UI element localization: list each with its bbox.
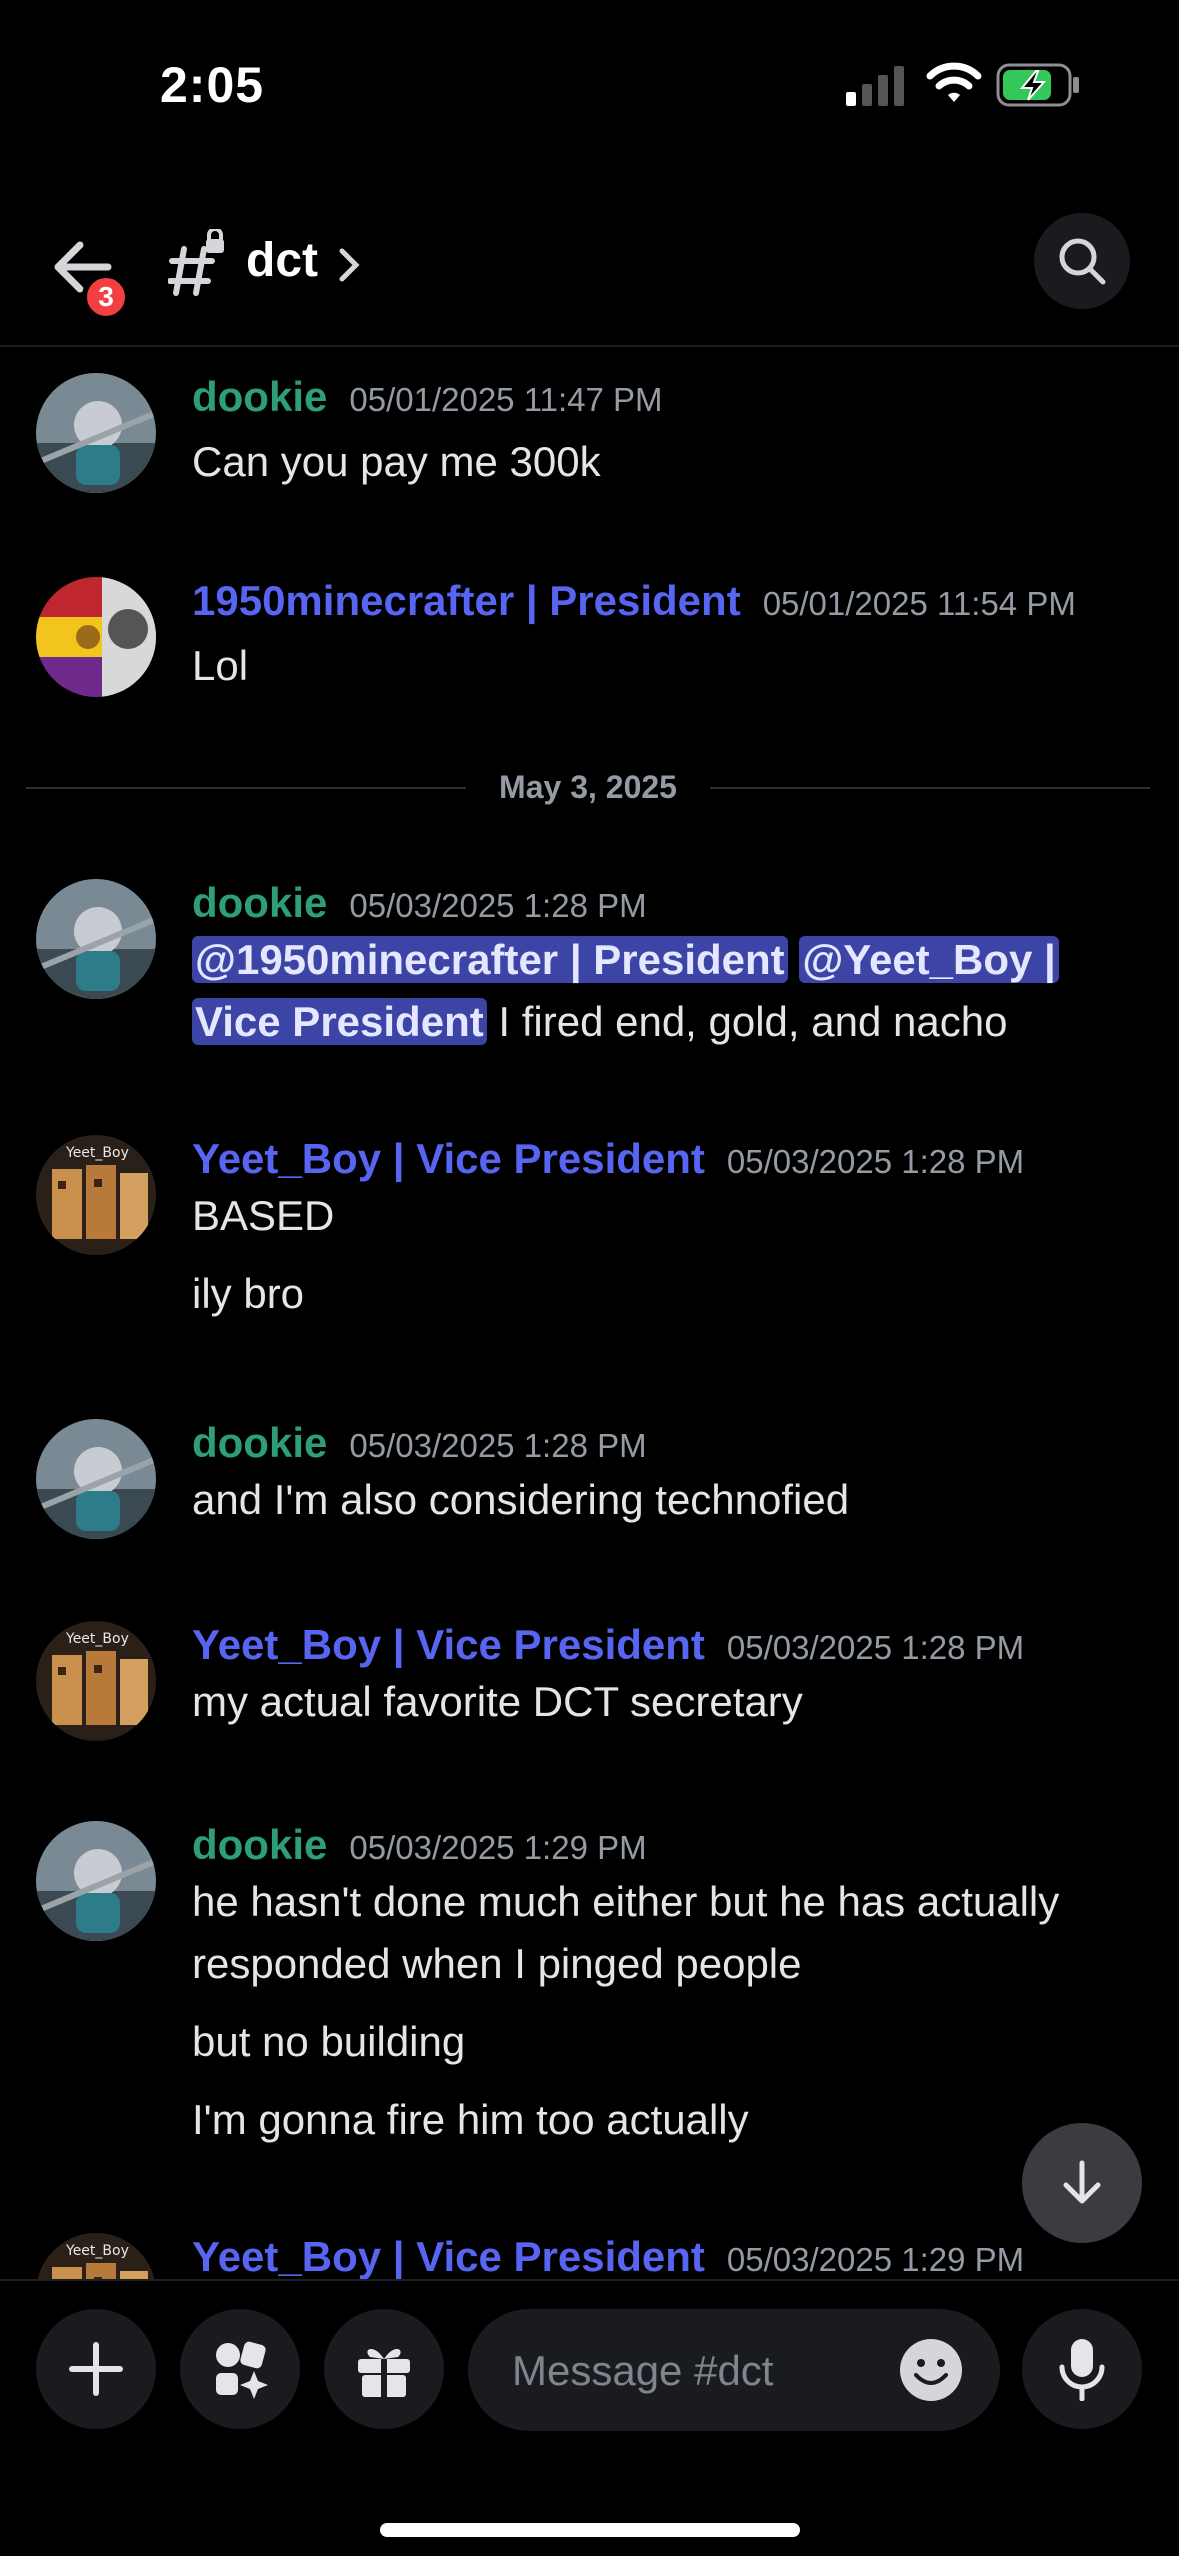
message-text: Can you pay me 300k	[192, 438, 601, 485]
author-name[interactable]: dookie	[192, 1821, 327, 1868]
timestamp: 05/03/2025 1:28 PM	[349, 1427, 647, 1464]
timestamp: 05/03/2025 1:29 PM	[726, 2241, 1025, 2278]
plus-icon	[69, 2342, 123, 2396]
avatar[interactable]: Yeet_Boy	[36, 2233, 156, 2279]
timestamp: 05/03/2025 1:28 PM	[349, 887, 647, 924]
author-name[interactable]: dookie	[192, 879, 327, 926]
timestamp: 05/01/2025 11:47 PM	[349, 381, 663, 418]
battery-icon	[996, 63, 1079, 107]
home-indicator	[380, 2523, 800, 2537]
message-text: Lol	[192, 642, 249, 689]
avatar[interactable]	[36, 373, 156, 493]
message-header: Yeet_Boy | Vice President 05/03/2025 1:28…	[192, 1621, 1024, 1669]
avatar-caption: Yeet_Boy	[65, 2243, 129, 2259]
cellular-signal-icon	[846, 66, 904, 106]
user-mention[interactable]: @1950minecrafter | President	[192, 936, 788, 983]
channel-header: 3 dct	[0, 175, 1179, 347]
author-name[interactable]: 1950minecrafter | President	[192, 577, 741, 624]
user-mention[interactable]: @Yeet_Boy |	[799, 936, 1059, 983]
avatar[interactable]	[36, 1821, 156, 1941]
message-text: Vice President I fired end, gold, and na…	[192, 991, 1162, 1053]
message-input-placeholder: Message #dct	[512, 2347, 774, 2394]
wifi-icon	[926, 62, 982, 102]
message-text: BASED	[192, 1192, 335, 1239]
author-name[interactable]: Yeet_Boy | Vice President	[192, 2233, 705, 2279]
date-divider: May 3, 2025	[26, 767, 1150, 807]
user-mention[interactable]: Vice President	[192, 998, 487, 1045]
arrow-down-icon	[1063, 2160, 1101, 2204]
status-time: 2:05	[160, 57, 265, 113]
avatar[interactable]	[36, 879, 156, 999]
message-text: ily bro	[192, 1270, 305, 1317]
message-text: he hasn't done much either but he has ac…	[192, 1878, 1060, 1925]
timestamp: 05/03/2025 1:29 PM	[349, 1829, 647, 1866]
message-header: dookie 05/03/2025 1:29 PM	[192, 1821, 647, 1869]
apps-button[interactable]	[180, 2309, 300, 2429]
message-text: my actual favorite DCT secretary	[192, 1678, 803, 1725]
search-icon	[1059, 238, 1106, 285]
timestamp: 05/03/2025 1:28 PM	[726, 1143, 1025, 1180]
channel-name[interactable]: dct	[246, 233, 318, 288]
emoji-icon[interactable]	[898, 2337, 964, 2403]
message-composer: Message #dct	[0, 2279, 1179, 2556]
chevron-right-icon[interactable]	[338, 245, 360, 285]
avatar-caption: Yeet_Boy	[65, 1145, 129, 1161]
avatar[interactable]	[36, 577, 156, 697]
voice-message-button[interactable]	[1022, 2309, 1142, 2429]
avatar-caption: Yeet_Boy	[65, 1631, 129, 1647]
message-text: but no building	[192, 2018, 466, 2065]
message-header: Yeet_Boy | Vice President 05/03/2025 1:29…	[192, 2233, 1024, 2279]
jump-to-latest-button[interactable]	[1022, 2123, 1142, 2243]
avatar[interactable]	[36, 1419, 156, 1539]
timestamp: 05/01/2025 11:54 PM	[762, 585, 1076, 622]
message-header: 1950minecrafter | President 05/01/2025 11…	[192, 577, 1076, 625]
unread-badge: 3	[82, 273, 130, 321]
status-bar: 2:05	[0, 0, 1179, 175]
message-text: and I'm also considering technofied	[192, 1476, 850, 1523]
avatar[interactable]: Yeet_Boy	[36, 1135, 156, 1255]
message-text-tail: I fired end, gold, and nacho	[486, 998, 1008, 1045]
message-input[interactable]: Message #dct	[468, 2309, 1000, 2431]
message-header: Yeet_Boy | Vice President 05/03/2025 1:28…	[192, 1135, 1024, 1183]
author-name[interactable]: Yeet_Boy | Vice President	[192, 1621, 705, 1668]
private-channel-hash-icon	[168, 229, 224, 296]
gift-icon	[358, 2348, 410, 2397]
message-header: dookie 05/03/2025 1:28 PM	[192, 879, 647, 927]
avatar[interactable]: Yeet_Boy	[36, 1621, 156, 1741]
microphone-icon	[1059, 2339, 1105, 2401]
search-button[interactable]	[1034, 213, 1130, 309]
message-header: dookie 05/01/2025 11:47 PM	[192, 373, 663, 421]
author-name[interactable]: Yeet_Boy | Vice President	[192, 1135, 705, 1182]
message-header: dookie 05/03/2025 1:28 PM	[192, 1419, 647, 1467]
apps-sparkle-icon	[216, 2341, 268, 2399]
message-text: responded when I pinged people	[192, 1940, 802, 1987]
timestamp: 05/03/2025 1:28 PM	[726, 1629, 1025, 1666]
message-text: I'm gonna fire him too actually	[192, 2096, 749, 2143]
add-attachment-button[interactable]	[36, 2309, 156, 2429]
message-list[interactable]: dookie 05/01/2025 11:47 PM Can you pay me…	[0, 349, 1179, 2279]
author-name[interactable]: dookie	[192, 1419, 327, 1466]
gift-button[interactable]	[324, 2309, 444, 2429]
author-name[interactable]: dookie	[192, 373, 327, 420]
message-text: @1950minecrafter | President @Yeet_Boy |	[192, 929, 1162, 991]
